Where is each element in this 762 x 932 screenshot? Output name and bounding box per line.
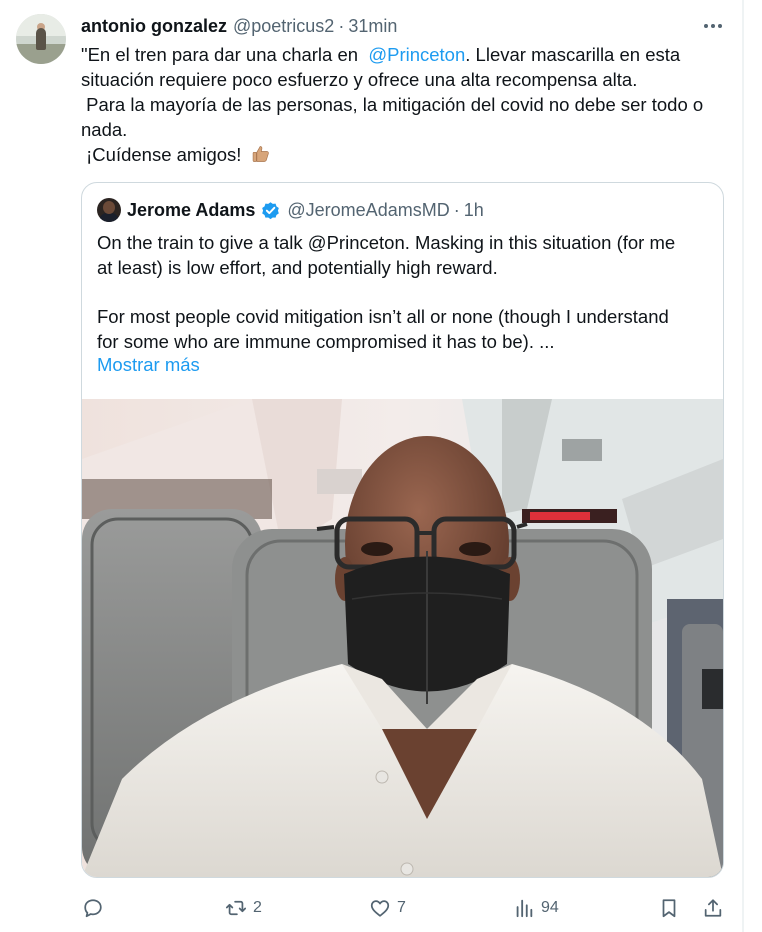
mention-link[interactable]: @Princeton xyxy=(368,44,465,65)
tweet-text-line: "En el tren para dar una charla en xyxy=(81,44,369,65)
share-button[interactable] xyxy=(702,893,724,923)
retweet-count: 2 xyxy=(253,899,262,916)
separator-dot: · xyxy=(338,15,345,36)
author-avatar[interactable] xyxy=(16,14,66,64)
tweet[interactable]: antonio gonzalez @poetricus2 · 31min "En… xyxy=(0,0,742,932)
reply-button[interactable] xyxy=(82,893,110,923)
quoted-tweet-text: On the train to give a talk @Princeton. … xyxy=(97,230,717,354)
tweet-timestamp[interactable]: 31min xyxy=(348,16,397,37)
views-button[interactable]: 94 xyxy=(513,893,559,923)
quoted-author-handle: @JeromeAdamsMD xyxy=(287,199,450,220)
tweet-text-line: ¡Cuídense amigos! xyxy=(81,144,247,165)
thumbs-up-icon xyxy=(252,146,269,162)
more-dot-icon xyxy=(711,24,715,28)
quoted-text-line: at least) is low effort, and potentially… xyxy=(97,257,498,278)
separator-dot: · xyxy=(453,199,460,220)
show-more-link[interactable]: Mostrar más xyxy=(97,354,200,376)
tweet-photo[interactable] xyxy=(82,399,723,877)
more-dot-icon xyxy=(718,24,722,28)
heart-icon xyxy=(370,900,390,917)
like-button[interactable]: 7 xyxy=(369,893,406,923)
quoted-text-line: For most people covid mitigation isn’t a… xyxy=(97,306,669,327)
tweet-text-line: . Llevar mascarilla en esta xyxy=(465,44,681,65)
tweet-header: antonio gonzalez @poetricus2 · 31min xyxy=(81,14,397,38)
tweet-actions: 2 7 94 xyxy=(0,893,742,923)
tweet-text-line: situación requiere poco esfuerzo y ofrec… xyxy=(81,69,638,90)
share-icon xyxy=(704,899,722,917)
quoted-tweet[interactable]: Jerome Adams @JeromeAdamsMD · 1h On the … xyxy=(81,182,724,878)
quoted-text-line: On the train to give a talk @Princeton. … xyxy=(97,232,676,253)
tweet-text-line: nada. xyxy=(81,119,128,140)
more-options-button[interactable] xyxy=(700,14,726,38)
retweet-button[interactable]: 2 xyxy=(225,893,262,923)
reply-icon xyxy=(84,899,102,918)
timeline-border xyxy=(742,0,744,932)
tweet-text-line: Para la mayoría de las personas, la miti… xyxy=(81,94,704,115)
quoted-text-line: for some who are immune compromised it h… xyxy=(97,331,555,352)
author-handle[interactable]: @poetricus2 xyxy=(233,16,334,37)
verified-badge-icon xyxy=(262,201,280,219)
bookmark-icon xyxy=(662,899,676,918)
views-count: 94 xyxy=(541,899,559,916)
author-name[interactable]: antonio gonzalez xyxy=(81,16,227,37)
quoted-tweet-header: Jerome Adams @JeromeAdamsMD · 1h xyxy=(127,199,484,221)
bookmark-button[interactable] xyxy=(658,893,680,923)
more-dot-icon xyxy=(704,24,708,28)
quoted-tweet-timestamp: 1h xyxy=(463,199,484,220)
analytics-icon xyxy=(516,899,533,918)
retweet-icon xyxy=(225,900,247,916)
tweet-text: "En el tren para dar una charla en @Prin… xyxy=(81,42,731,167)
like-count: 7 xyxy=(397,899,406,916)
quoted-author-avatar xyxy=(97,198,121,222)
quoted-author-name: Jerome Adams xyxy=(127,199,256,220)
